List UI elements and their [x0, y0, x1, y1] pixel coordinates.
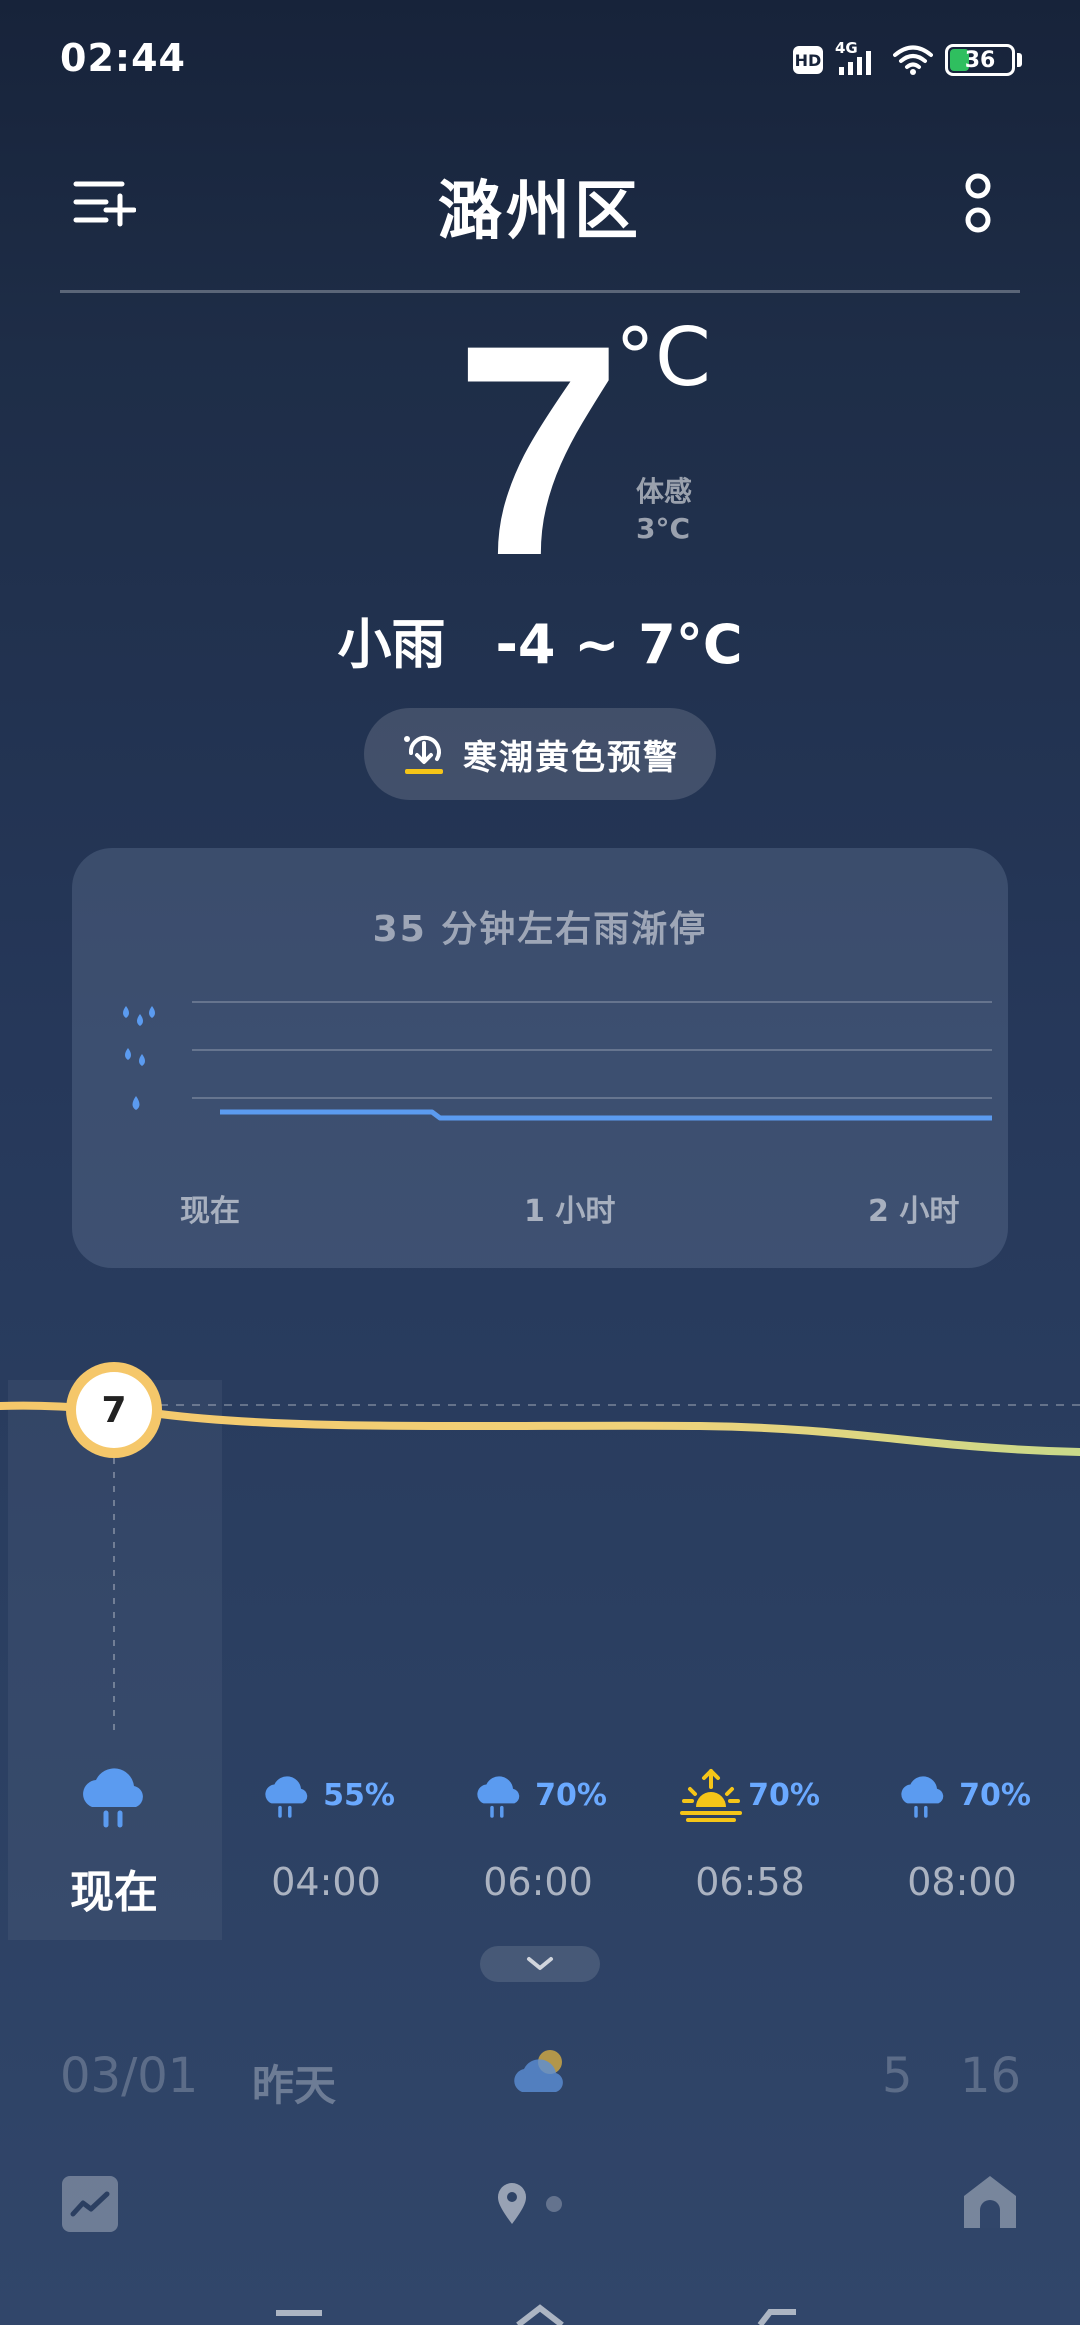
- hour-item-0600[interactable]: 70% 06:00: [438, 1760, 638, 1920]
- trend-icon: [70, 2191, 110, 2217]
- weather-warning-button[interactable]: 寒潮黄色预警: [364, 708, 716, 800]
- tick-2h: 2 小时: [868, 1194, 960, 1229]
- location-pin-icon: [498, 2183, 562, 2224]
- system-navigation-bar: [276, 2304, 796, 2325]
- current-temperature: 7: [455, 282, 622, 618]
- hour-time: 06:58: [695, 1860, 805, 1904]
- rain-cloud-icon: [901, 1776, 944, 1818]
- chevron-down-icon: [527, 1957, 553, 1970]
- temperature-range: -4 ~ 7°C: [495, 613, 743, 676]
- more-options-button[interactable]: [960, 172, 996, 236]
- warning-text: 寒潮黄色预警: [463, 737, 679, 778]
- hour-item-0800[interactable]: 70% 08:00: [862, 1760, 1062, 1920]
- current-temp-marker-value: 7: [76, 1372, 152, 1448]
- sunrise-icon: [680, 1769, 743, 1822]
- hour-item-0658[interactable]: 70% 06:58: [650, 1760, 850, 1920]
- precip-chance: 55%: [323, 1777, 395, 1813]
- hour-time-now: 现在: [70, 1867, 158, 1918]
- battery-level: 36: [964, 47, 996, 73]
- trend-button[interactable]: [62, 2176, 118, 2232]
- city-pager[interactable]: [496, 2182, 586, 2226]
- current-temp-marker: 7: [66, 1362, 162, 1458]
- precip-chance: 70%: [959, 1777, 1031, 1813]
- precip-chance: 70%: [535, 1777, 607, 1813]
- precipitation-card[interactable]: 35 分钟左右雨渐停 现在 1 小时 2 小时: [72, 848, 1008, 1268]
- precip-chart: [123, 1001, 992, 1121]
- hour-time: 08:00: [907, 1860, 1017, 1904]
- more-icon: [965, 173, 991, 233]
- home-icon: [964, 2176, 1016, 2228]
- daily-date: 03/01: [60, 2048, 199, 2104]
- tick-now: 现在: [180, 1194, 240, 1229]
- hourly-temp-curve: [0, 1401, 1080, 1730]
- daily-day: 昨天: [252, 2061, 337, 2110]
- feels-like-value: 3°C: [636, 512, 691, 545]
- daily-low: 5: [882, 2048, 913, 2104]
- light-rain-icon: [132, 1096, 140, 1110]
- cold-wave-icon: [404, 735, 443, 774]
- moderate-rain-icon: [125, 1048, 145, 1066]
- condition-text: 小雨: [337, 613, 446, 676]
- heavy-rain-icon: [123, 1006, 155, 1026]
- hour-time: 06:00: [483, 1860, 593, 1904]
- partly-cloudy-icon: [514, 2050, 563, 2092]
- rain-cloud-icon: [265, 1776, 308, 1818]
- rain-cloud-icon: [83, 1768, 143, 1828]
- condition-row: 小雨 -4 ~ 7°C: [0, 600, 1080, 679]
- daily-forecast-row[interactable]: 03/01 昨天 5 16: [60, 2040, 1022, 2110]
- precip-line: [220, 1109, 992, 1121]
- daily-high: 16: [960, 2048, 1022, 2104]
- feels-like-label: 体感: [636, 475, 693, 508]
- battery-indicator: 36: [945, 44, 1015, 76]
- precip-summary: 35 分钟左右雨渐停: [372, 909, 708, 950]
- temperature-unit: °C: [615, 311, 711, 404]
- hour-item-now[interactable]: 现在: [14, 1760, 214, 1920]
- tick-1h: 1 小时: [524, 1194, 616, 1229]
- battery-cap: [1017, 53, 1022, 67]
- home-button[interactable]: [960, 2172, 1020, 2232]
- wifi-icon: [893, 45, 933, 75]
- hour-time: 04:00: [271, 1860, 381, 1904]
- city-title: 潞州区: [438, 175, 642, 249]
- signal-icon: 4G: [835, 39, 881, 77]
- status-icons: HD 4G 36: [793, 39, 1022, 80]
- rain-cloud-icon: [477, 1776, 520, 1818]
- hd-badge: HD: [793, 46, 823, 74]
- hour-item-0400[interactable]: 55% 04:00: [226, 1760, 426, 1920]
- status-time: 02:44: [60, 36, 186, 80]
- expand-forecast-button[interactable]: [480, 1946, 600, 1982]
- precip-chance: 70%: [748, 1777, 820, 1813]
